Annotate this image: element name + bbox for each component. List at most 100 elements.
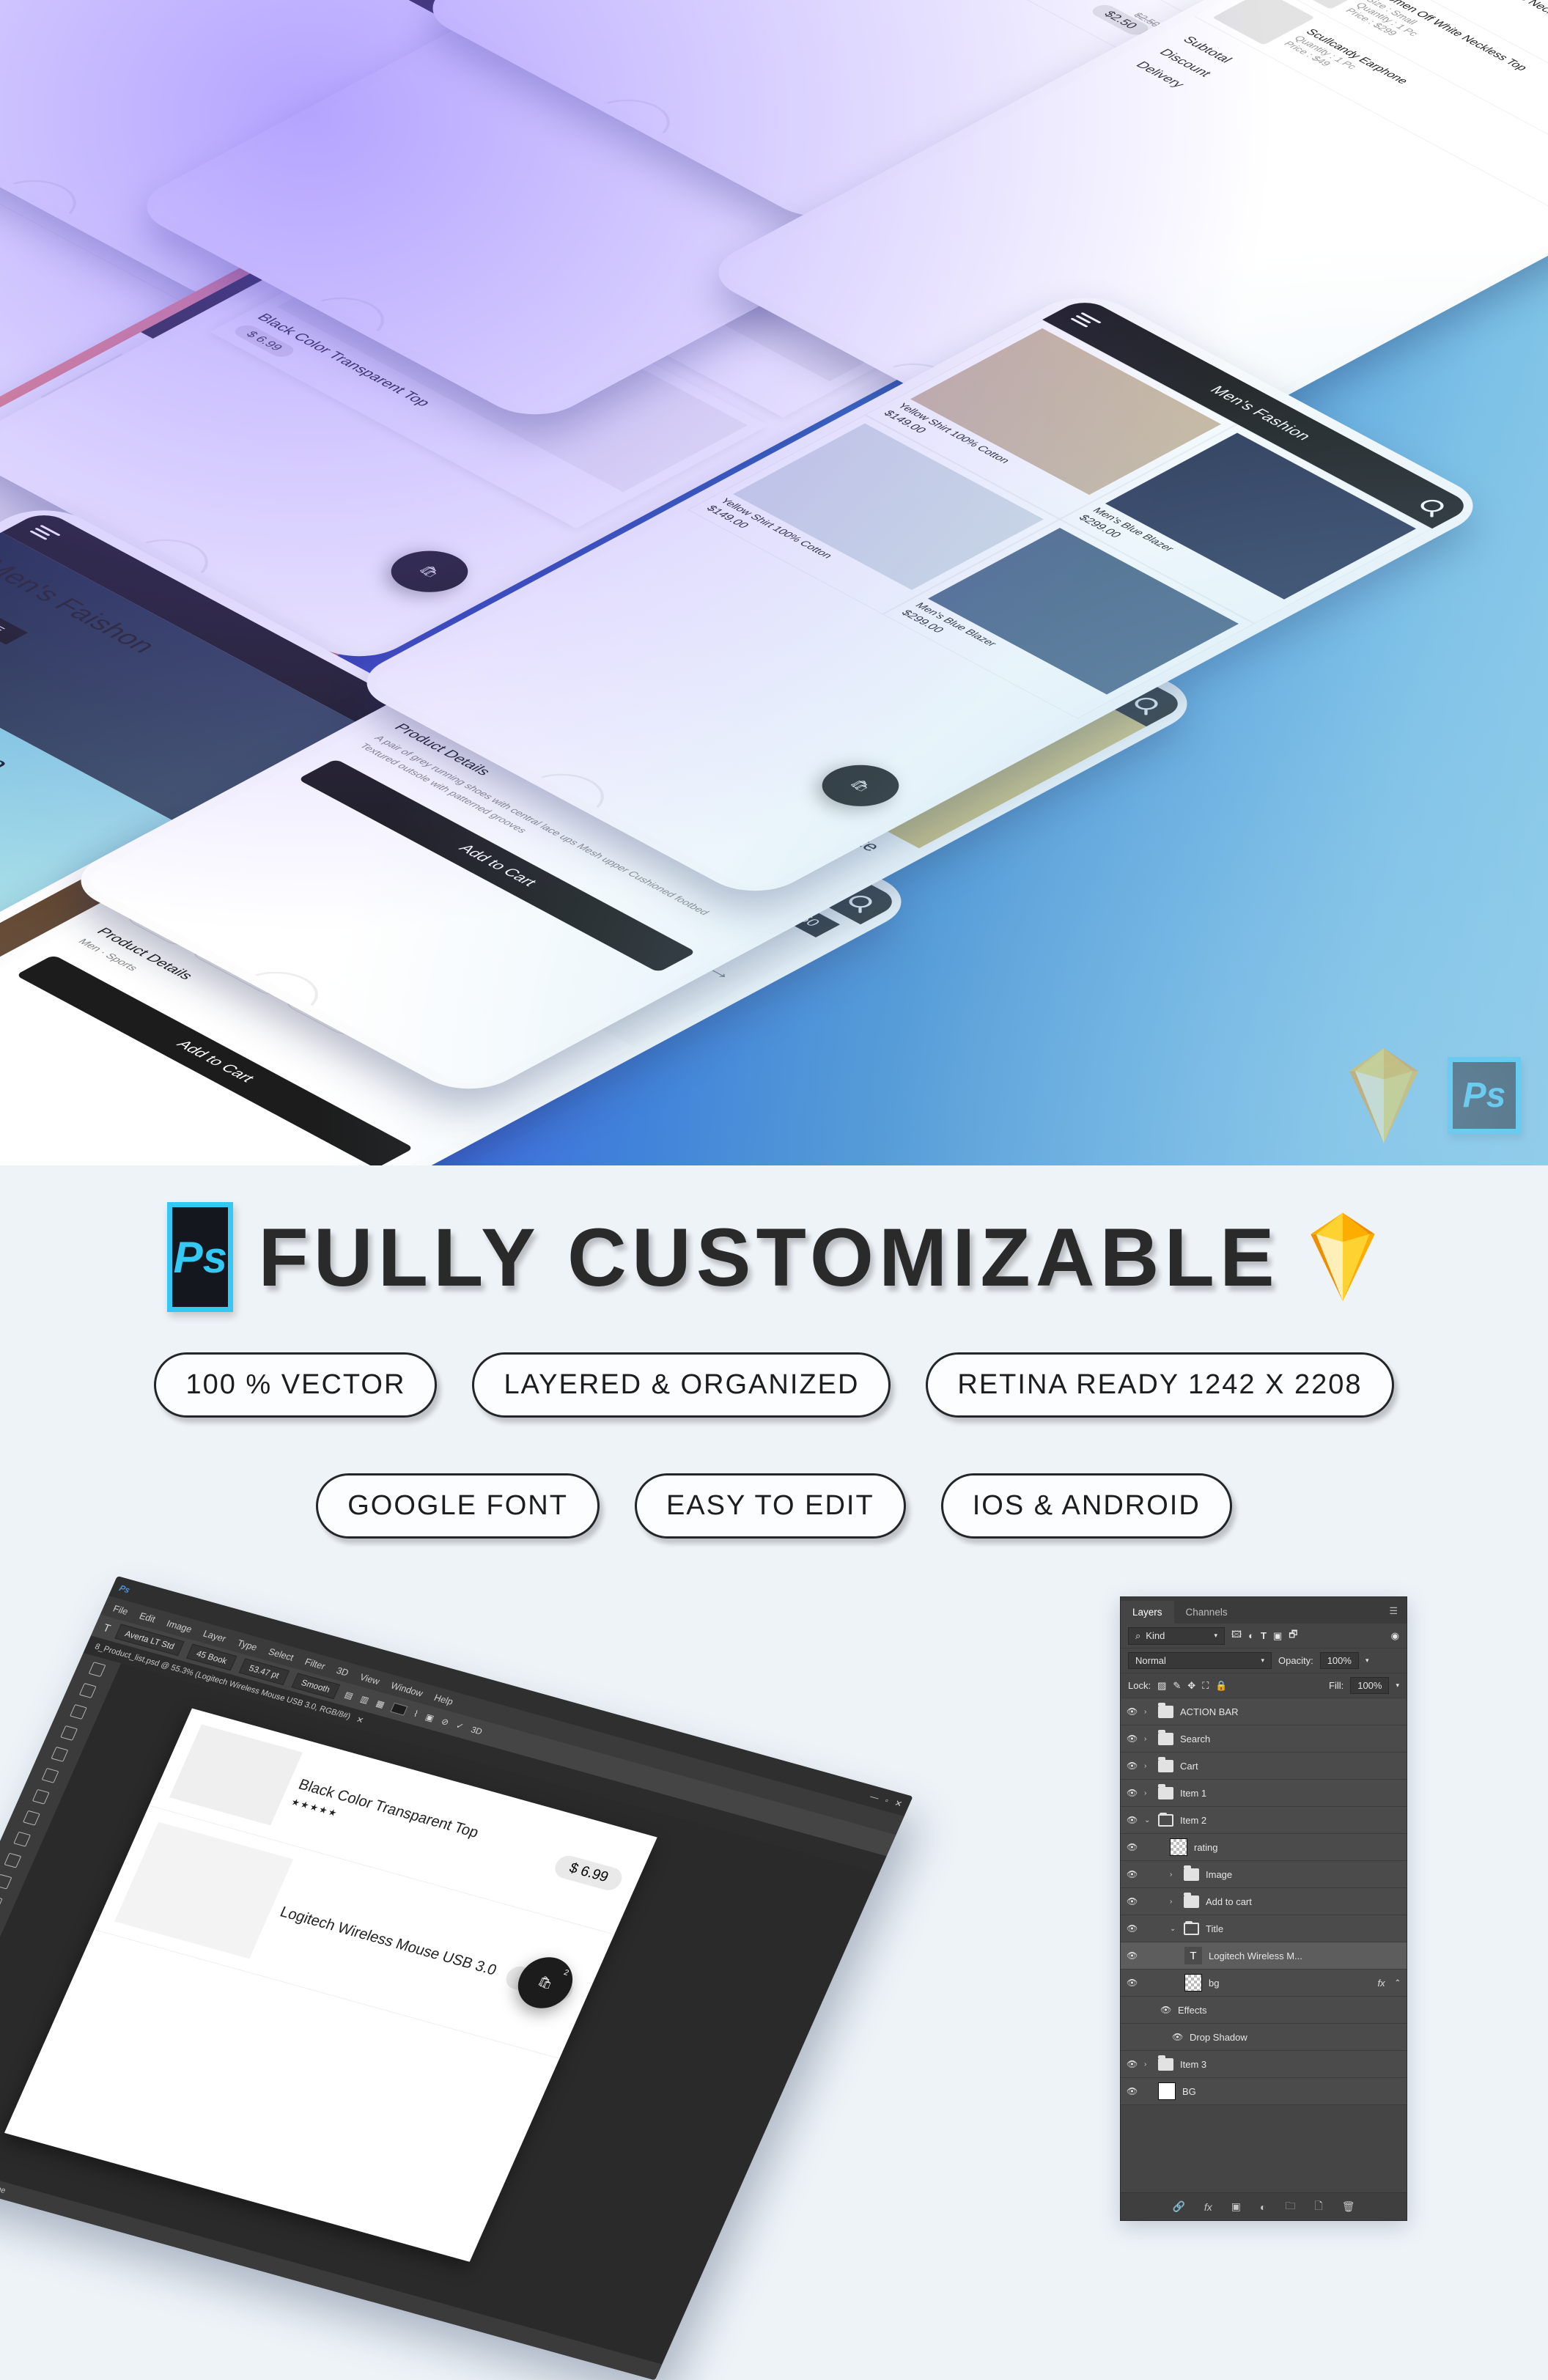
eraser-tool-icon[interactable] <box>4 1852 22 1868</box>
3d-text-icon[interactable]: 3D <box>469 1725 484 1737</box>
align-left-icon[interactable]: ▤ <box>343 1690 355 1701</box>
tab-channels[interactable]: Channels <box>1174 1601 1239 1624</box>
chevron-down-icon[interactable]: ▾ <box>1365 1657 1369 1665</box>
image-filter-icon[interactable]: 🖾 <box>1231 1628 1242 1644</box>
maximize-icon[interactable]: ▫ <box>883 1795 891 1805</box>
chevron-down-icon[interactable]: ▾ <box>1396 1681 1399 1690</box>
layer-row-effects[interactable]: 👁 Effects <box>1121 1997 1407 2024</box>
eye-icon[interactable]: 👁 <box>1127 1842 1138 1852</box>
chevron-right-icon[interactable]: › <box>1144 1789 1151 1797</box>
marquee-tool-icon[interactable] <box>78 1683 97 1698</box>
lock-all-icon[interactable]: 🔒 <box>1215 1680 1227 1692</box>
crop-tool-icon[interactable] <box>51 1746 69 1762</box>
artboard[interactable]: Black Color Transparent Top ★★★★★ $ 6.99… <box>4 1708 657 2262</box>
healing-tool-icon[interactable] <box>32 1788 50 1805</box>
chevron-up-icon[interactable]: ⌃ <box>1395 1979 1401 1987</box>
layer-row-add-to-cart[interactable]: 👁 › Add to cart <box>1121 1888 1407 1915</box>
panel-menu-icon[interactable]: ☰ <box>1380 1599 1407 1624</box>
menu-edit[interactable]: Edit <box>138 1610 158 1624</box>
smartobject-filter-icon[interactable]: 🗗 <box>1289 1628 1297 1644</box>
layer-row-item-2[interactable]: 👁 ⌄ Item 2 <box>1121 1807 1407 1834</box>
chevron-down-icon[interactable]: ⌄ <box>1144 1816 1151 1824</box>
filter-kind-select[interactable]: ⌕ Kind ▾ <box>1128 1626 1225 1645</box>
layer-row-rating[interactable]: 👁 rating <box>1121 1834 1407 1861</box>
fx-icon[interactable]: fx <box>1204 2201 1212 2213</box>
clone-stamp-tool-icon[interactable] <box>13 1831 32 1847</box>
feature-pill-ios-android[interactable]: IOS & ANDROID <box>940 1473 1232 1539</box>
lasso-tool-icon[interactable] <box>70 1703 87 1720</box>
link-icon[interactable]: 🔗 <box>1172 2200 1184 2213</box>
feature-pill-layered[interactable]: LAYERED & ORGANIZED <box>472 1352 891 1418</box>
home-button[interactable] <box>0 1160 50 1165</box>
eye-icon[interactable]: 👁 <box>1127 1788 1138 1798</box>
adjustment-filter-icon[interactable]: ◐ <box>1248 1630 1254 1641</box>
lock-image-icon[interactable]: ✎ <box>1173 1680 1181 1692</box>
mask-icon[interactable]: ▣ <box>1231 2200 1241 2213</box>
opacity-input[interactable]: 100% <box>1319 1652 1359 1669</box>
hamburger-icon[interactable] <box>1068 311 1105 331</box>
menu-type[interactable]: Type <box>236 1637 259 1653</box>
chevron-down-icon[interactable]: ⌄ <box>1170 1925 1177 1933</box>
chevron-right-icon[interactable]: › <box>1144 2060 1151 2068</box>
feature-pill-google-font[interactable]: GOOGLE FONT <box>316 1473 600 1539</box>
shape-filter-icon[interactable]: ▣ <box>1273 1630 1282 1642</box>
menu-select[interactable]: Select <box>267 1646 295 1662</box>
menu-view[interactable]: View <box>358 1671 382 1687</box>
cancel-edit-icon[interactable]: ⊘ <box>440 1717 451 1728</box>
blend-mode-select[interactable]: Normal ▾ <box>1128 1652 1272 1669</box>
chevron-right-icon[interactable]: › <box>1170 1871 1177 1879</box>
layer-row-action-bar[interactable]: 👁 › ACTION BAR <box>1121 1698 1407 1725</box>
menu-file[interactable]: File <box>111 1603 130 1617</box>
type-tool-icon[interactable]: T <box>101 1621 112 1635</box>
layer-row-search[interactable]: 👁 › Search <box>1121 1725 1407 1753</box>
lock-position-icon[interactable]: ✥ <box>1187 1680 1195 1692</box>
hamburger-icon[interactable] <box>27 523 64 543</box>
menu-3d[interactable]: 3D <box>335 1665 350 1678</box>
search-icon[interactable] <box>1415 497 1448 515</box>
eye-icon[interactable]: 👁 <box>1127 1761 1138 1771</box>
eye-icon[interactable]: 👁 <box>1127 2086 1138 2096</box>
eyedropper-tool-icon[interactable] <box>41 1767 59 1783</box>
group-icon[interactable]: 🗀 <box>1285 2198 1295 2216</box>
move-tool-icon[interactable] <box>88 1662 106 1677</box>
warp-text-icon[interactable]: ⌇ <box>412 1709 420 1719</box>
align-center-icon[interactable]: ▥ <box>358 1694 370 1706</box>
character-panel-icon[interactable]: ▣ <box>424 1712 435 1724</box>
eye-icon[interactable]: 👁 <box>1127 1923 1138 1934</box>
eye-icon[interactable]: 👁 <box>1127 1706 1138 1717</box>
eye-icon[interactable]: 👁 <box>1127 1734 1138 1744</box>
chevron-right-icon[interactable]: › <box>1144 1708 1151 1716</box>
eye-icon[interactable]: 👁 <box>1127 1815 1138 1825</box>
lock-artboard-icon[interactable]: ⛶ <box>1202 1680 1209 1692</box>
layer-row-image[interactable]: 👁 › Image <box>1121 1861 1407 1888</box>
layer-row-cart[interactable]: 👁 › Cart <box>1121 1753 1407 1780</box>
filter-toggle-switch[interactable]: ◉ <box>1391 1630 1399 1642</box>
type-filter-icon[interactable]: T <box>1261 1630 1267 1641</box>
eye-icon[interactable]: 👁 <box>1127 1950 1138 1961</box>
chevron-right-icon[interactable]: › <box>1144 1762 1151 1770</box>
feature-pill-easy-edit[interactable]: EASY TO EDIT <box>634 1473 906 1539</box>
layer-row-item-3[interactable]: 👁 › Item 3 <box>1121 2051 1407 2078</box>
gradient-tool-icon[interactable] <box>0 1874 12 1890</box>
layer-row-bg[interactable]: 👁 bg fx ⌃ <box>1121 1970 1407 1997</box>
brush-tool-icon[interactable] <box>23 1810 40 1826</box>
blur-tool-icon[interactable] <box>0 1895 3 1911</box>
quick-select-tool-icon[interactable] <box>60 1725 78 1741</box>
feature-pill-retina[interactable]: RETINA READY 1242 X 2208 <box>926 1352 1394 1418</box>
eye-icon[interactable]: 👁 <box>1172 2032 1183 2042</box>
cart-fab[interactable]: 🛍 <box>375 542 484 601</box>
eye-icon[interactable]: 👁 <box>1127 1978 1138 1988</box>
chevron-right-icon[interactable]: › <box>1144 1735 1151 1743</box>
layer-row-drop-shadow[interactable]: 👁 Drop Shadow <box>1121 2024 1407 2051</box>
trash-icon[interactable]: 🗑 <box>1342 2200 1355 2213</box>
minimize-icon[interactable]: — <box>869 1791 881 1803</box>
fill-input[interactable]: 100% <box>1350 1677 1390 1694</box>
menu-filter[interactable]: Filter <box>303 1656 328 1671</box>
timeline-tab[interactable]: Timeline <box>0 2179 7 2195</box>
lock-transparent-icon[interactable]: ▨ <box>1157 1680 1166 1692</box>
text-color-swatch[interactable] <box>390 1702 408 1716</box>
commit-edit-icon[interactable]: ✓ <box>454 1720 465 1731</box>
close-tab-icon[interactable]: ✕ <box>355 1714 365 1725</box>
close-icon[interactable]: ✕ <box>893 1798 904 1809</box>
layer-row-logitech-text[interactable]: 👁 T Logitech Wireless M... <box>1121 1942 1407 1970</box>
